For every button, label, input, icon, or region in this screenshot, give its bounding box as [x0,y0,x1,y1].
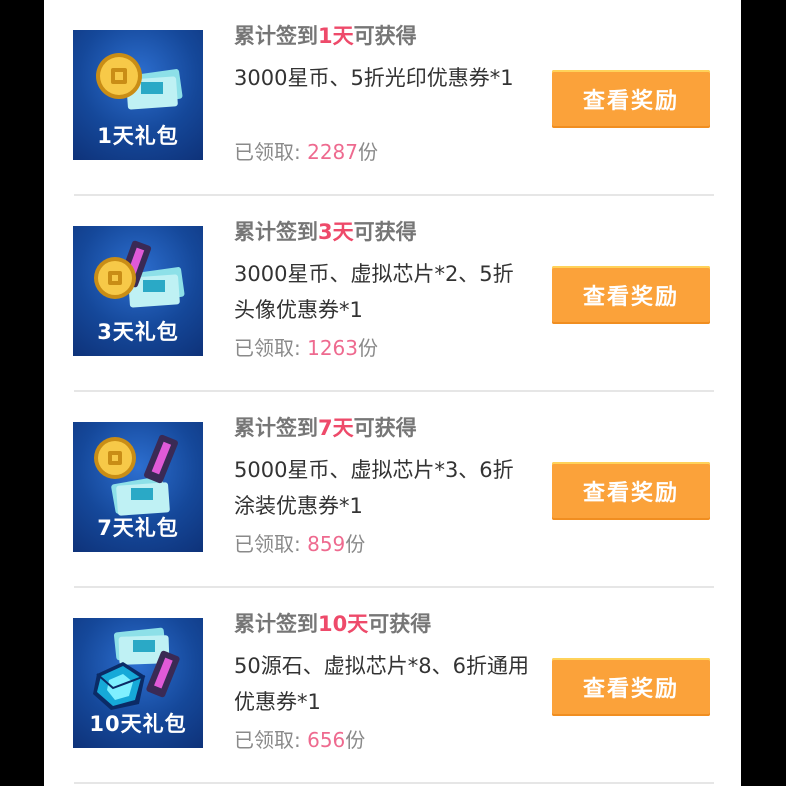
claimed-prefix: 已领取: [234,728,308,752]
gift-thumbnail-label: 10天礼包 [89,712,187,736]
claimed-count: 已领取: 2287份 [234,136,378,165]
title-prefix: 累计签到 [234,416,318,440]
gift-thumbnail-label: 7天礼包 [97,516,179,540]
view-reward-button[interactable]: 查看奖励 [552,70,710,128]
claimed-prefix: 已领取: [234,140,308,164]
gift-row-1: 1天礼包 累计签到1天可获得 3000星币、5折光印优惠券*1 已领取: 228… [44,0,741,196]
title-suffix: 可获得 [368,612,432,636]
gold-coin-icon [96,53,142,99]
gift-thumbnail: 1天礼包 [73,30,203,160]
claimed-suffix: 份 [345,532,366,556]
title-days: 10天 [318,612,369,636]
claimed-number: 859 [307,532,346,556]
gift-row-3: 7天礼包 累计签到7天可获得 5000星币、虚拟芯片*3、6折涂装优惠券*1 已… [44,392,741,588]
gift-title: 累计签到10天可获得 [234,608,431,638]
title-days: 3天 [318,220,354,244]
title-days: 7天 [318,416,354,440]
title-prefix: 累计签到 [234,612,318,636]
claimed-suffix: 份 [358,140,379,164]
title-suffix: 可获得 [353,24,417,48]
gift-row-4: 10天礼包 累计签到10天可获得 50源石、虚拟芯片*8、6折通用优惠券*1 已… [44,588,741,784]
chip-icon [144,434,178,484]
claimed-count: 已领取: 1263份 [234,332,378,361]
row-divider [74,782,714,784]
gift-title: 累计签到1天可获得 [234,20,417,50]
gift-list-panel: 1天礼包 累计签到1天可获得 3000星币、5折光印优惠券*1 已领取: 228… [44,0,741,786]
gold-coin-icon [94,437,136,479]
source-stone-icon [93,662,146,710]
gift-description: 3000星币、5折光印优惠券*1 [234,66,514,90]
gift-thumbnail: 3天礼包 [73,226,203,356]
title-prefix: 累计签到 [234,220,318,244]
gift-title: 累计签到7天可获得 [234,412,417,442]
gold-coin-icon [94,257,136,299]
title-suffix: 可获得 [353,416,417,440]
view-reward-button[interactable]: 查看奖励 [552,462,710,520]
claimed-number: 656 [307,728,346,752]
title-days: 1天 [318,24,354,48]
view-reward-button[interactable]: 查看奖励 [552,658,710,716]
gift-thumbnail-label: 1天礼包 [97,124,179,148]
claimed-number: 1263 [307,336,359,360]
gift-thumbnail-label: 3天礼包 [97,320,179,344]
claimed-prefix: 已领取: [234,336,308,360]
claimed-suffix: 份 [358,336,379,360]
view-reward-button[interactable]: 查看奖励 [552,266,710,324]
title-prefix: 累计签到 [234,24,318,48]
gift-description: 3000星币、虚拟芯片*2、5折头像优惠券*1 [234,262,514,322]
title-suffix: 可获得 [353,220,417,244]
gift-thumbnail: 10天礼包 [73,618,203,748]
claimed-count: 已领取: 859份 [234,528,365,557]
claimed-number: 2287 [307,140,359,164]
claimed-suffix: 份 [345,728,366,752]
gift-thumbnail: 7天礼包 [73,422,203,552]
gift-description: 50源石、虚拟芯片*8、6折通用优惠券*1 [234,654,529,714]
gift-row-2: 3天礼包 累计签到3天可获得 3000星币、虚拟芯片*2、5折头像优惠券*1 已… [44,196,741,392]
claimed-count: 已领取: 656份 [234,724,365,753]
gift-description: 5000星币、虚拟芯片*3、6折涂装优惠券*1 [234,458,514,518]
gift-title: 累计签到3天可获得 [234,216,417,246]
claimed-prefix: 已领取: [234,532,308,556]
